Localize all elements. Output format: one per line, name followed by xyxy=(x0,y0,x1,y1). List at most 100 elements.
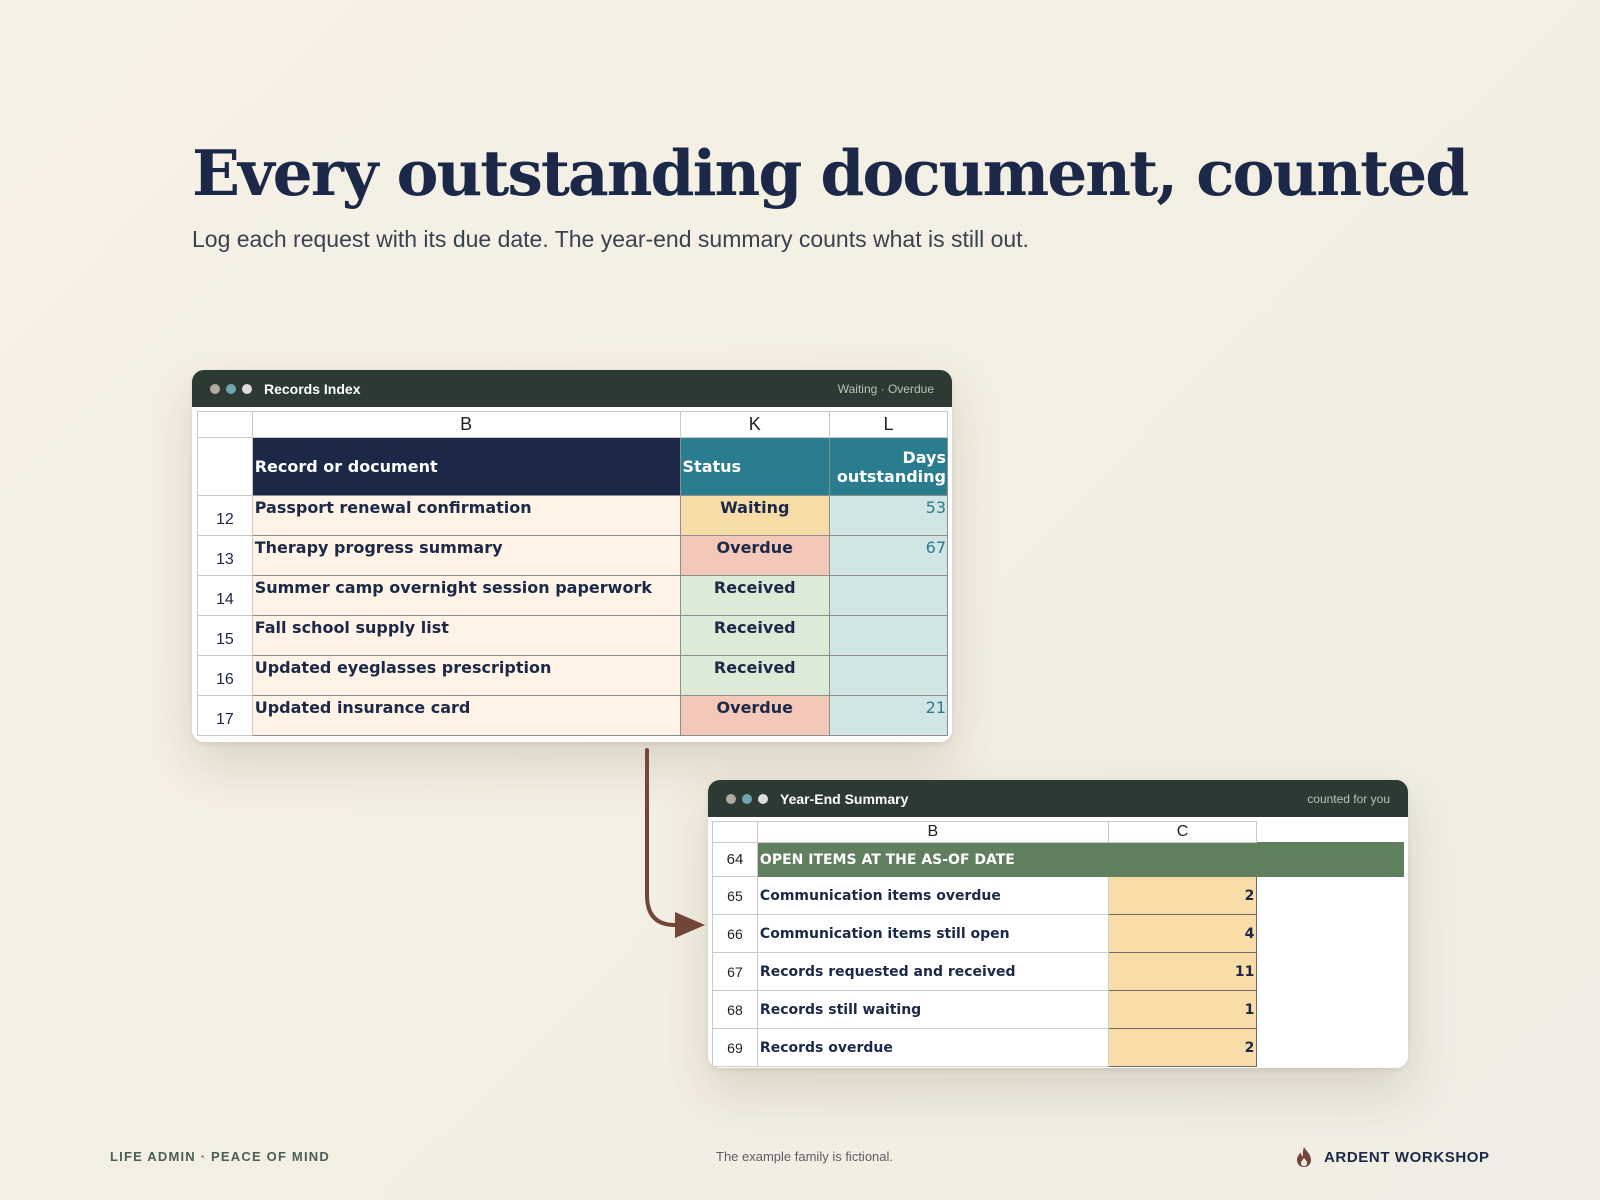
section-label[interactable]: OPEN ITEMS AT THE AS-OF DATE xyxy=(756,842,1405,877)
summary-section-row: 64 OPEN ITEMS AT THE AS-OF DATE xyxy=(712,842,1405,877)
header-status[interactable]: Status xyxy=(679,437,831,496)
row-number[interactable]: 2 xyxy=(197,437,253,496)
cell-status[interactable]: Received xyxy=(679,615,831,656)
summary-window-tag: counted for you xyxy=(1307,791,1390,806)
summary-grid: B C 64 OPEN ITEMS AT THE AS-OF DATE 65 Co… xyxy=(712,821,1405,1067)
summary-window-title: Year-End Summary xyxy=(780,790,909,807)
corner-cell[interactable] xyxy=(197,411,253,438)
cell-status[interactable]: Waiting xyxy=(679,495,831,536)
cell-summary-count[interactable]: 2 xyxy=(1107,1028,1258,1067)
empty-cell xyxy=(1256,1028,1404,1067)
cell-days-outstanding[interactable]: 53 xyxy=(829,495,948,536)
column-header-row: B C xyxy=(712,821,1404,843)
table-row: 69 Records overdue 2 xyxy=(712,1028,1404,1067)
records-window-tag: Waiting · Overdue xyxy=(837,381,934,396)
header-days-outstanding[interactable]: Days outstanding xyxy=(829,437,948,496)
row-number[interactable]: 17 xyxy=(197,695,253,736)
window-dot-close[interactable] xyxy=(210,383,220,394)
column-header-b[interactable]: B xyxy=(251,411,681,438)
cell-days-outstanding[interactable]: 67 xyxy=(829,535,948,576)
column-header-c[interactable]: C xyxy=(1107,821,1258,843)
brand-name: ARDENT WORKSHOP xyxy=(1324,1148,1490,1166)
window-dot-close[interactable] xyxy=(726,793,736,804)
window-dot-minimize[interactable] xyxy=(742,793,752,804)
window-dot-maximize[interactable] xyxy=(242,383,252,394)
footer-brand: ARDENT WORKSHOP xyxy=(1294,1146,1490,1168)
connector-arrow-icon xyxy=(645,748,705,938)
summary-body: 65 Communication items overdue 2 66 Communic… xyxy=(712,876,1404,1067)
cell-summary-label[interactable]: Records still waiting xyxy=(756,990,1109,1029)
column-header-l[interactable]: L xyxy=(829,411,948,438)
column-header-row: B K L xyxy=(197,411,948,438)
cell-days-outstanding[interactable]: 21 xyxy=(829,695,948,736)
summary-titlebar: Year-End Summary counted for you xyxy=(708,780,1408,817)
table-row: 66 Communication items still open 4 xyxy=(712,914,1404,953)
corner-cell[interactable] xyxy=(712,821,758,843)
flame-icon xyxy=(1297,1147,1311,1167)
table-row: 15 Fall school supply list Received xyxy=(197,615,948,656)
table-row: 65 Communication items overdue 2 xyxy=(712,876,1404,915)
cell-summary-count[interactable]: 1 xyxy=(1107,990,1258,1029)
cell-record-document[interactable]: Fall school supply list xyxy=(251,615,681,656)
cell-summary-label[interactable]: Communication items overdue xyxy=(756,876,1109,915)
footer-disclaimer: The example family is fictional. xyxy=(716,1149,894,1164)
cell-record-document[interactable]: Summer camp overnight session paperwork xyxy=(251,575,681,616)
table-row: 12 Passport renewal confirmation Waiting 53 xyxy=(197,495,948,536)
table-row: 68 Records still waiting 1 xyxy=(712,990,1404,1029)
row-number[interactable]: 67 xyxy=(712,952,758,991)
empty-cell xyxy=(1256,876,1404,915)
cell-summary-label[interactable]: Records requested and received xyxy=(756,952,1109,991)
records-titlebar: Records Index Waiting · Overdue xyxy=(192,370,952,407)
table-row: 67 Records requested and received 11 xyxy=(712,952,1404,991)
empty-column xyxy=(1256,821,1404,843)
page-subhead: Log each request with its due date. The … xyxy=(192,226,1029,252)
cell-days-outstanding[interactable] xyxy=(829,575,948,616)
cell-status[interactable]: Received xyxy=(679,655,831,696)
row-number[interactable]: 13 xyxy=(197,535,253,576)
year-end-summary-window: Year-End Summary counted for you B C 64 … xyxy=(708,780,1408,1068)
column-header-k[interactable]: K xyxy=(679,411,831,438)
row-number[interactable]: 64 xyxy=(712,842,758,877)
empty-cell xyxy=(1256,952,1404,991)
table-row: 17 Updated insurance card Overdue 21 xyxy=(197,695,948,736)
cell-summary-count[interactable]: 4 xyxy=(1107,914,1258,953)
row-number[interactable]: 65 xyxy=(712,876,758,915)
row-number[interactable]: 15 xyxy=(197,615,253,656)
cell-record-document[interactable]: Therapy progress summary xyxy=(251,535,681,576)
page-headline: Every outstanding document, counted xyxy=(192,136,1469,210)
row-number[interactable]: 66 xyxy=(712,914,758,953)
row-number[interactable]: 16 xyxy=(197,655,253,696)
window-dot-maximize[interactable] xyxy=(758,793,768,804)
cell-record-document[interactable]: Updated eyeglasses prescription xyxy=(251,655,681,696)
cell-record-document[interactable]: Updated insurance card xyxy=(251,695,681,736)
empty-cell xyxy=(1256,914,1404,953)
empty-cell xyxy=(1256,990,1404,1029)
column-header-b[interactable]: B xyxy=(756,821,1109,843)
window-dot-minimize[interactable] xyxy=(226,383,236,394)
table-row: 14 Summer camp overnight session paperwor… xyxy=(197,575,948,616)
window-controls xyxy=(726,793,768,804)
row-number[interactable]: 14 xyxy=(197,575,253,616)
row-number[interactable]: 68 xyxy=(712,990,758,1029)
cell-days-outstanding[interactable] xyxy=(829,615,948,656)
cell-status[interactable]: Received xyxy=(679,575,831,616)
records-grid: B K L 2 Record or document Status Days o… xyxy=(197,411,948,736)
header-record-or-document[interactable]: Record or document xyxy=(251,437,681,496)
row-number[interactable]: 69 xyxy=(712,1028,758,1067)
table-row: 13 Therapy progress summary Overdue 67 xyxy=(197,535,948,576)
cell-record-document[interactable]: Passport renewal confirmation xyxy=(251,495,681,536)
cell-status[interactable]: Overdue xyxy=(679,535,831,576)
cell-summary-label[interactable]: Records overdue xyxy=(756,1028,1109,1067)
row-number[interactable]: 12 xyxy=(197,495,253,536)
cell-days-outstanding[interactable] xyxy=(829,655,948,696)
cell-summary-count[interactable]: 11 xyxy=(1107,952,1258,991)
records-index-window: Records Index Waiting · Overdue B K L 2 … xyxy=(192,370,952,742)
records-header-row: 2 Record or document Status Days outstan… xyxy=(197,437,948,496)
cell-summary-label[interactable]: Communication items still open xyxy=(756,914,1109,953)
records-window-title: Records Index xyxy=(264,380,361,397)
cell-status[interactable]: Overdue xyxy=(679,695,831,736)
records-body: 12 Passport renewal confirmation Waiting 53… xyxy=(197,495,948,736)
footer-tagline: LIFE ADMIN · PEACE OF MIND xyxy=(110,1149,330,1164)
table-row: 16 Updated eyeglasses prescription Receive… xyxy=(197,655,948,696)
cell-summary-count[interactable]: 2 xyxy=(1107,876,1258,915)
